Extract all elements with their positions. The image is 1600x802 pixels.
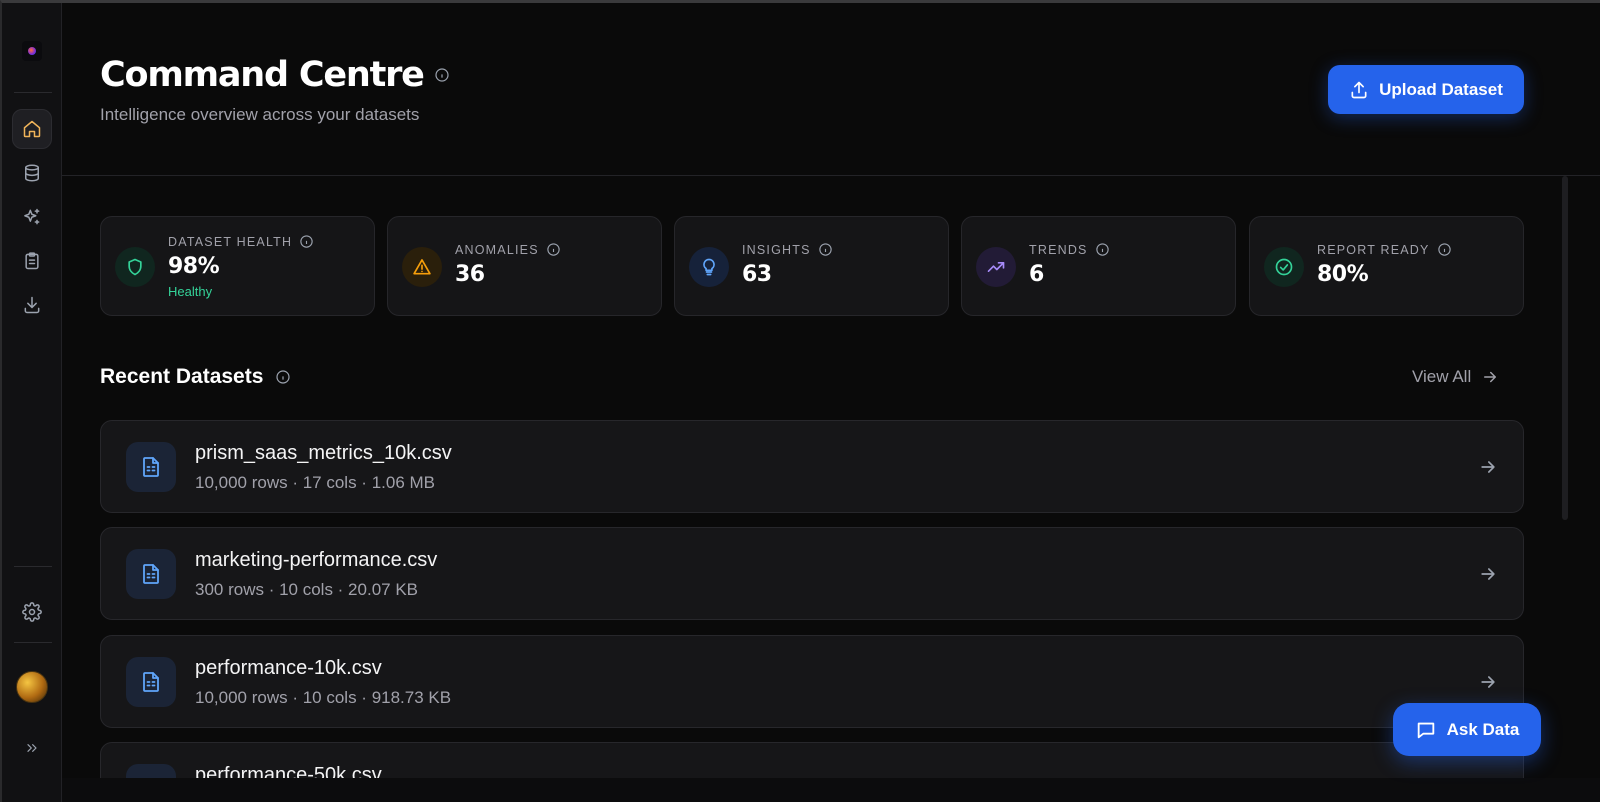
stat-icon-wrap	[1264, 247, 1304, 287]
file-spreadsheet-icon	[143, 672, 159, 692]
avatar[interactable]	[16, 671, 48, 703]
check-circle-icon	[1275, 258, 1293, 276]
dataset-meta: 10,000 rows · 17 cols · 1.06 MB	[195, 473, 436, 492]
sidebar-divider	[14, 566, 52, 567]
file-icon-wrap	[126, 442, 176, 492]
stat-card-report-ready[interactable]: REPORT READY 80%	[1249, 216, 1524, 316]
info-icon[interactable]	[275, 369, 291, 385]
logo-mark	[28, 47, 36, 55]
sidebar-item-datasets[interactable]	[12, 153, 52, 193]
sidebar-item-reports[interactable]	[12, 241, 52, 281]
app-logo[interactable]	[22, 41, 42, 61]
stat-card-dataset-health[interactable]: DATASET HEALTH 98% Healthy	[100, 216, 375, 316]
scrollbar[interactable]	[1562, 176, 1568, 520]
sidebar-item-home[interactable]	[12, 109, 52, 149]
page-title: Command Centre	[100, 55, 425, 95]
arrow-right-icon	[1478, 564, 1498, 584]
stat-label-row: DATASET HEALTH	[168, 234, 314, 249]
stat-label-row: INSIGHTS	[742, 242, 833, 257]
page-title-row: Command Centre	[100, 55, 450, 95]
upload-icon	[1351, 81, 1367, 98]
stat-value: 80%	[1317, 262, 1369, 287]
dataset-name: performance-10k.csv	[195, 657, 382, 679]
sidebar-divider	[14, 642, 52, 643]
shield-icon	[128, 258, 142, 276]
file-icon-wrap	[126, 549, 176, 599]
info-icon[interactable]	[434, 67, 450, 83]
database-icon	[25, 164, 39, 182]
info-icon[interactable]	[1095, 242, 1110, 257]
settings-button[interactable]	[12, 592, 52, 632]
stat-value: 98%	[168, 254, 220, 279]
stat-card-anomalies[interactable]: ANOMALIES 36	[387, 216, 662, 316]
sidebar	[2, 3, 62, 802]
stat-icon-wrap	[402, 247, 442, 287]
stat-icon-wrap	[115, 247, 155, 287]
stat-card-trends[interactable]: TRENDS 6	[961, 216, 1236, 316]
sidebar-divider	[14, 92, 52, 93]
lightbulb-icon	[703, 258, 715, 276]
info-icon[interactable]	[818, 242, 833, 257]
ask-data-label: Ask Data	[1446, 719, 1520, 739]
info-icon[interactable]	[1437, 242, 1452, 257]
sidebar-item-export[interactable]	[12, 285, 52, 325]
stat-label: ANOMALIES	[455, 242, 539, 257]
sidebar-item-insights[interactable]	[12, 197, 52, 237]
stat-label-row: REPORT READY	[1317, 242, 1452, 257]
arrow-right-icon	[1478, 457, 1498, 477]
section-title: Recent Datasets	[100, 365, 264, 388]
stat-label-row: TRENDS	[1029, 242, 1110, 257]
info-icon[interactable]	[299, 234, 314, 249]
gear-icon	[22, 602, 42, 622]
stat-label: INSIGHTS	[742, 242, 811, 257]
dataset-name: marketing-performance.csv	[195, 549, 438, 571]
info-icon[interactable]	[546, 242, 561, 257]
trending-up-icon	[987, 262, 1005, 272]
dataset-row[interactable]: performance-10k.csv 10,000 rows · 10 col…	[100, 635, 1524, 728]
page-header: Command Centre Intelligence overview acr…	[62, 3, 1600, 176]
bottom-scroll-mask	[62, 778, 1600, 802]
ask-data-button[interactable]: Ask Data	[1393, 703, 1541, 756]
page-subtitle: Intelligence overview across your datase…	[100, 105, 420, 124]
file-icon-wrap	[126, 657, 176, 707]
stat-card-insights[interactable]: INSIGHTS 63	[674, 216, 949, 316]
chevrons-right-icon	[27, 744, 37, 752]
warning-icon	[413, 259, 431, 275]
upload-dataset-button[interactable]: Upload Dataset	[1328, 65, 1524, 114]
stat-label: DATASET HEALTH	[168, 234, 293, 249]
stat-value: 63	[742, 262, 772, 287]
stat-icon-wrap	[689, 247, 729, 287]
home-icon	[23, 120, 41, 138]
arrow-right-icon	[1484, 371, 1497, 383]
dataset-row[interactable]: prism_saas_metrics_10k.csv 10,000 rows ·…	[100, 420, 1524, 513]
section-title-row: Recent Datasets	[100, 365, 291, 389]
dataset-meta: 300 rows · 10 cols · 20.07 KB	[195, 580, 419, 599]
dataset-name: prism_saas_metrics_10k.csv	[195, 442, 452, 464]
stat-status: Healthy	[168, 284, 213, 299]
file-spreadsheet-icon	[143, 457, 159, 477]
arrow-right-icon	[1478, 672, 1498, 692]
download-icon	[24, 296, 40, 314]
stat-label: REPORT READY	[1317, 242, 1430, 257]
stat-icon-wrap	[976, 247, 1016, 287]
upload-dataset-label: Upload Dataset	[1379, 79, 1503, 99]
stat-value: 36	[455, 262, 485, 287]
view-all-label: View All	[1412, 367, 1472, 386]
dataset-row[interactable]: marketing-performance.csv 300 rows · 10 …	[100, 527, 1524, 620]
stat-label: TRENDS	[1029, 242, 1088, 257]
stat-label-row: ANOMALIES	[455, 242, 561, 257]
expand-sidebar-button[interactable]	[12, 728, 52, 768]
clipboard-icon	[25, 252, 39, 270]
file-spreadsheet-icon	[143, 564, 159, 584]
dataset-meta: 10,000 rows · 10 cols · 918.73 KB	[195, 688, 452, 707]
sparkles-icon	[24, 208, 40, 225]
view-all-link[interactable]: View All	[1412, 367, 1499, 387]
chat-icon	[1417, 722, 1434, 738]
stat-value: 6	[1029, 262, 1044, 287]
